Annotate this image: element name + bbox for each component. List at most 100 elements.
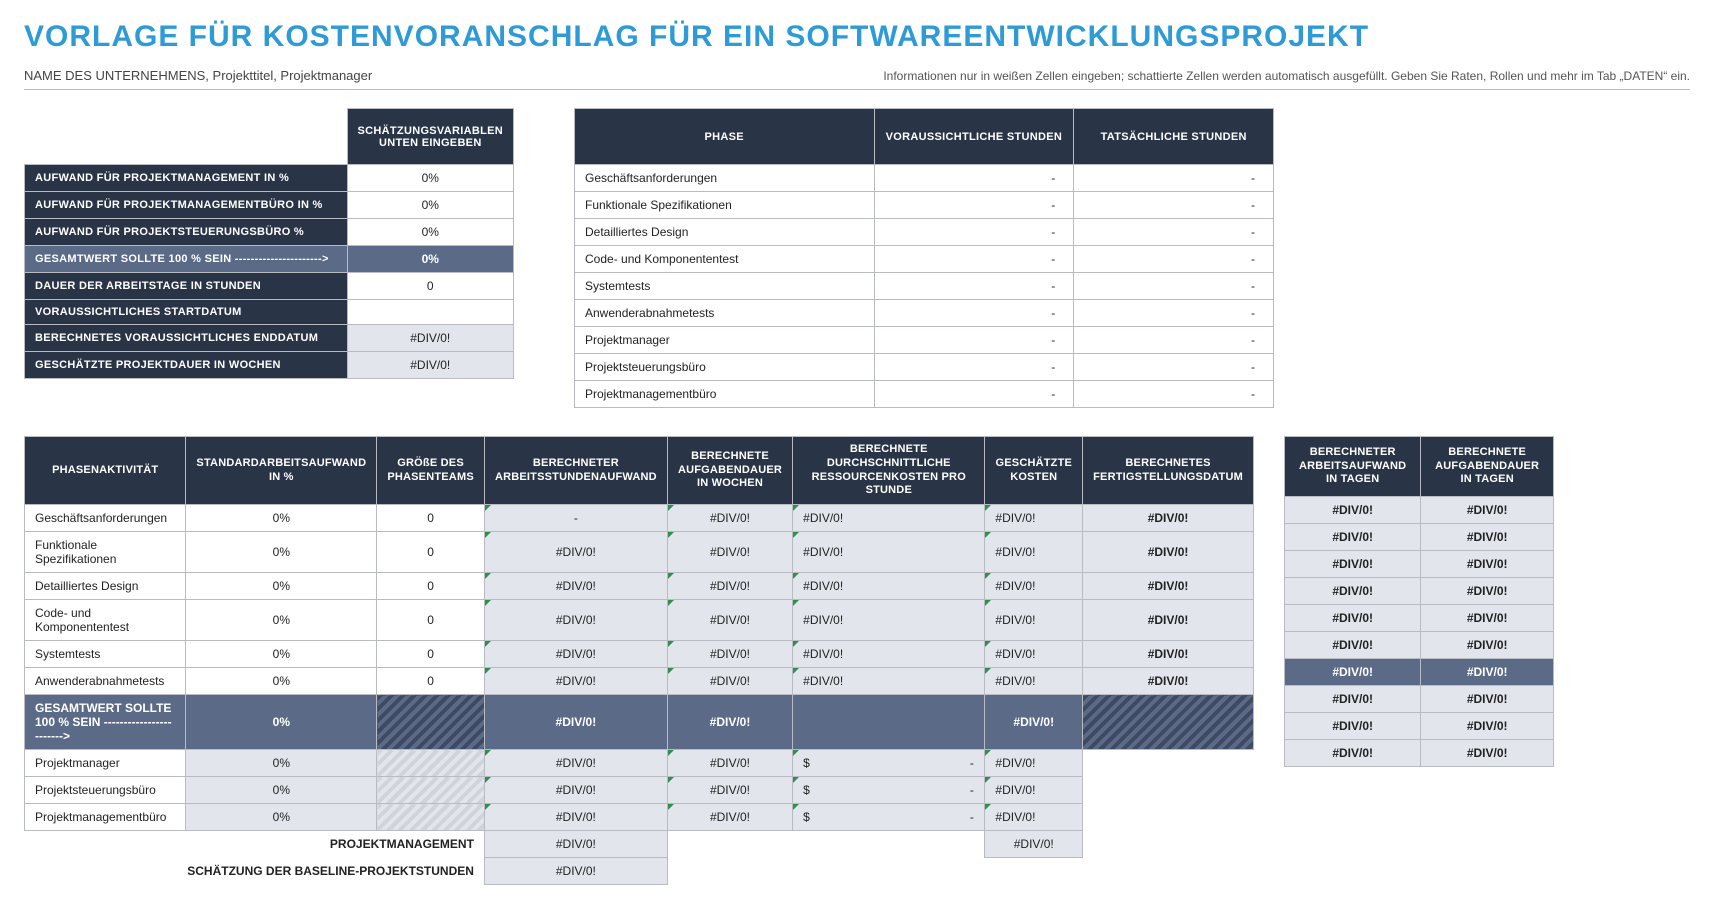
phase-proj-hours[interactable]: - (874, 192, 1074, 219)
activity-hours: - (484, 505, 667, 532)
activity-weeks: #DIV/0! (667, 532, 792, 573)
activity-weeks: #DIV/0! (667, 600, 792, 641)
side-col-a: BERECHNETER ARBEITSAUFWAND IN TAGEN (1285, 437, 1421, 497)
activity-team[interactable]: 0 (377, 600, 485, 641)
phase-proj-hours[interactable]: - (874, 354, 1074, 381)
side-a: #DIV/0! (1285, 497, 1421, 524)
total-cost: #DIV/0! (985, 695, 1083, 750)
activity-rate: #DIV/0! (793, 532, 985, 573)
est-label: GESAMTWERT SOLLTE 100 % SEIN -----------… (25, 246, 348, 273)
phase-proj-hours[interactable]: - (874, 327, 1074, 354)
activity-weeks: #DIV/0! (667, 668, 792, 695)
pm-hatch (377, 804, 485, 831)
activity-weeks: #DIV/0! (667, 573, 792, 600)
pm-effort: 0% (186, 804, 377, 831)
phase-name: Projektmanager (575, 327, 875, 354)
activity-cost: #DIV/0! (985, 668, 1083, 695)
phase-name: Systemtests (575, 273, 875, 300)
est-value[interactable]: 0% (347, 192, 513, 219)
activity-name: Funktionale Spezifikationen (25, 532, 186, 573)
activity-cost: #DIV/0! (985, 505, 1083, 532)
activity-rate: #DIV/0! (793, 668, 985, 695)
phase-actual-hours[interactable]: - (1074, 381, 1274, 408)
est-value[interactable]: 0% (347, 165, 513, 192)
company-project-line: NAME DES UNTERNEHMENS, Projekttitel, Pro… (24, 68, 372, 83)
sum-baseline-hours: #DIV/0! (484, 858, 667, 885)
phase-proj-hours[interactable]: - (874, 246, 1074, 273)
activity-weeks: #DIV/0! (667, 505, 792, 532)
activity-effort[interactable]: 0% (186, 600, 377, 641)
side-a: #DIV/0! (1285, 524, 1421, 551)
side-a: #DIV/0! (1285, 659, 1421, 686)
phase-name: Funktionale Spezifikationen (575, 192, 875, 219)
phase-proj-hours[interactable]: - (874, 273, 1074, 300)
phase-actual-hours[interactable]: - (1074, 219, 1274, 246)
activity-team[interactable]: 0 (377, 573, 485, 600)
pm-blank (1083, 804, 1254, 831)
days-side-table: BERECHNETER ARBEITSAUFWAND IN TAGEN BERE… (1284, 436, 1554, 767)
pm-weeks: #DIV/0! (667, 804, 792, 831)
side-a: #DIV/0! (1285, 686, 1421, 713)
side-b: #DIV/0! (1421, 578, 1554, 605)
est-label: AUFWAND FÜR PROJEKTSTEUERUNGSBÜRO % (25, 219, 348, 246)
side-b: #DIV/0! (1421, 632, 1554, 659)
activity-effort[interactable]: 0% (186, 641, 377, 668)
activity-team[interactable]: 0 (377, 641, 485, 668)
side-a: #DIV/0! (1285, 605, 1421, 632)
phase-proj-hours[interactable]: - (874, 300, 1074, 327)
phase-actual-hours[interactable]: - (1074, 354, 1274, 381)
phase-actual-hours[interactable]: - (1074, 300, 1274, 327)
total-effort: 0% (186, 695, 377, 750)
side-b: #DIV/0! (1421, 605, 1554, 632)
pm-blank (1083, 777, 1254, 804)
est-value[interactable]: 0% (347, 219, 513, 246)
pm-hatch (377, 750, 485, 777)
pm-hatch (377, 777, 485, 804)
activity-name: Code- und Komponententest (25, 600, 186, 641)
big-col-6: GESCHÄTZTE KOSTEN (985, 437, 1083, 505)
big-col-3: BERECHNETER ARBEITSSTUNDENAUFWAND (484, 437, 667, 505)
activity-team[interactable]: 0 (377, 505, 485, 532)
activity-cost: #DIV/0! (985, 532, 1083, 573)
activity-team[interactable]: 0 (377, 668, 485, 695)
activity-hours: #DIV/0! (484, 532, 667, 573)
side-col-b: BERECHNETE AUFGABENDAUER IN TAGEN (1421, 437, 1554, 497)
est-value[interactable] (347, 300, 513, 325)
activity-effort[interactable]: 0% (186, 573, 377, 600)
instructions-hint: Informationen nur in weißen Zellen einge… (883, 69, 1690, 83)
activity-hours: #DIV/0! (484, 600, 667, 641)
activity-team[interactable]: 0 (377, 532, 485, 573)
phase-actual-hours[interactable]: - (1074, 273, 1274, 300)
activity-date: #DIV/0! (1083, 505, 1254, 532)
est-value[interactable]: 0 (347, 273, 513, 300)
phase-name: Projektmanagementbüro (575, 381, 875, 408)
est-label: BERECHNETES VORAUSSICHTLICHES ENDDATUM (25, 325, 348, 352)
phase-proj-hours[interactable]: - (874, 381, 1074, 408)
total-rate (793, 695, 985, 750)
phase-actual-hours[interactable]: - (1074, 246, 1274, 273)
pm-rate: $ - (793, 777, 985, 804)
activity-effort[interactable]: 0% (186, 668, 377, 695)
phase-col-phase: PHASE (575, 109, 875, 165)
phase-proj-hours[interactable]: - (874, 165, 1074, 192)
pm-effort: 0% (186, 750, 377, 777)
phase-hours-table: PHASE VORAUSSICHTLICHE STUNDEN TATSÄCHLI… (574, 108, 1274, 408)
est-value: 0% (347, 246, 513, 273)
phase-actual-hours[interactable]: - (1074, 192, 1274, 219)
phase-actual-hours[interactable]: - (1074, 327, 1274, 354)
activity-date: #DIV/0! (1083, 668, 1254, 695)
activity-effort[interactable]: 0% (186, 532, 377, 573)
est-label: DAUER DER ARBEITSTAGE IN STUNDEN (25, 273, 348, 300)
phase-proj-hours[interactable]: - (874, 219, 1074, 246)
total-label: GESAMTWERT SOLLTE 100 % SEIN -----------… (25, 695, 186, 750)
activity-effort[interactable]: 0% (186, 505, 377, 532)
activity-date: #DIV/0! (1083, 532, 1254, 573)
phase-name: Geschäftsanforderungen (575, 165, 875, 192)
phase-col-actual: TATSÄCHLICHE STUNDEN (1074, 109, 1274, 165)
big-col-0: PHASENAKTIVITÄT (25, 437, 186, 505)
phase-actual-hours[interactable]: - (1074, 165, 1274, 192)
big-col-1: STANDARDARBEITSAUFWAND IN % (186, 437, 377, 505)
est-label: AUFWAND FÜR PROJEKTMANAGEMENT IN % (25, 165, 348, 192)
activity-name: Anwenderabnahmetests (25, 668, 186, 695)
total-hours: #DIV/0! (484, 695, 667, 750)
